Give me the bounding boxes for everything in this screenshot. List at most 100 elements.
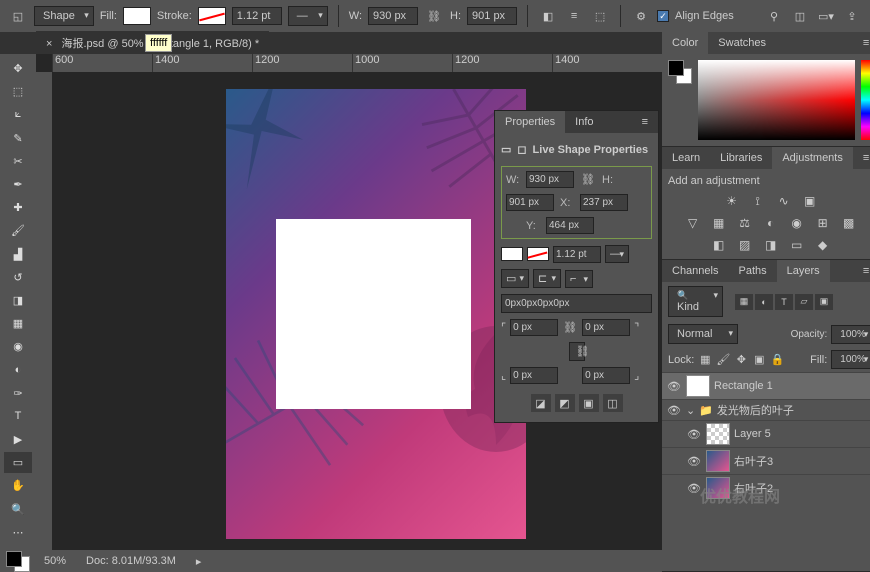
rectangle-tool-icon[interactable]: ▭ [4, 452, 32, 473]
layer-row[interactable]: 👁 ⌄ 📁 发光物后的叶子 [662, 399, 870, 420]
filter-adjustment-icon[interactable]: ◐ [755, 294, 773, 310]
adj-curves-icon[interactable]: ∿ [775, 193, 793, 209]
layer-row[interactable]: 👁 Rectangle 1 [662, 372, 870, 399]
adj-hue-icon[interactable]: ▦ [710, 215, 728, 231]
tab-adjustments[interactable]: Adjustments [772, 147, 853, 169]
path-arrangement-icon[interactable]: ⬚ [590, 6, 610, 26]
corner-br-input[interactable] [582, 367, 630, 384]
tab-libraries[interactable]: Libraries [710, 147, 772, 169]
layer-name[interactable]: 发光物后的叶子 [717, 402, 870, 418]
layer-row[interactable]: 👁 Layer 5 [662, 420, 870, 447]
tool-mode-dropdown[interactable]: Shape [34, 6, 94, 26]
adj-brightness-icon[interactable]: ☀ [723, 193, 741, 209]
doc-info[interactable]: Doc: 8.01M/93.3M [86, 555, 176, 567]
align-edges-checkbox[interactable]: ✓ [657, 10, 669, 22]
marquee-tool-icon[interactable]: ⬚ [4, 81, 32, 102]
fill-swatch[interactable] [123, 7, 151, 25]
pathop-intersect-icon[interactable]: ▣ [579, 394, 599, 412]
filter-smart-icon[interactable]: ▣ [815, 294, 833, 310]
adj-bw-icon[interactable]: ◐ [762, 215, 780, 231]
lock-artboard-icon[interactable]: ▣ [752, 353, 766, 367]
width-input[interactable] [368, 7, 418, 25]
filter-shape-icon[interactable]: ▱ [795, 294, 813, 310]
tab-learn[interactable]: Learn [662, 147, 710, 169]
adj-levels-icon[interactable]: ⟟ [749, 193, 767, 209]
shape-fill-swatch[interactable] [501, 247, 523, 261]
adj-color-lookup-icon[interactable]: ▩ [840, 215, 858, 231]
document-canvas[interactable] [226, 89, 526, 539]
corner-tr-input[interactable] [582, 319, 630, 336]
adj-vibrance-icon[interactable]: ▽ [684, 215, 702, 231]
shape-x-input[interactable] [580, 194, 628, 211]
adj-channel-mixer-icon[interactable]: ⊞ [814, 215, 832, 231]
corners-summary-input[interactable] [501, 294, 652, 313]
crop-tool-icon[interactable]: ✂ [4, 151, 32, 172]
lock-transparency-icon[interactable]: ▦ [698, 353, 712, 367]
adj-posterize-icon[interactable]: ▨ [736, 237, 754, 253]
layer-name[interactable]: Rectangle 1 [714, 380, 870, 392]
layer-name[interactable]: 右叶子3 [734, 453, 870, 469]
adj-selective-color-icon[interactable]: ◆ [814, 237, 832, 253]
tab-paths[interactable]: Paths [728, 260, 776, 282]
layer-thumbnail[interactable] [686, 375, 710, 397]
stroke-width-input[interactable] [232, 7, 282, 25]
stroke-corners-dropdown[interactable]: ⌐ [565, 270, 593, 288]
tab-properties[interactable]: Properties [495, 111, 565, 133]
stroke-type-dropdown[interactable]: — [605, 245, 629, 263]
search-icon[interactable]: ⚲ [764, 6, 784, 26]
foreground-background-swatch[interactable] [6, 551, 30, 572]
panel-menu-icon[interactable]: ≡ [853, 147, 870, 169]
tab-layers[interactable]: Layers [777, 260, 830, 282]
stamp-tool-icon[interactable]: ▟ [4, 244, 32, 265]
adj-threshold-icon[interactable]: ◨ [762, 237, 780, 253]
visibility-icon[interactable]: 👁 [686, 455, 702, 468]
blur-tool-icon[interactable]: ◉ [4, 336, 32, 357]
path-select-tool-icon[interactable]: ▶ [4, 429, 32, 450]
doc-info-chevron-icon[interactable]: ▸ [196, 555, 202, 568]
pathop-combine-icon[interactable]: ◪ [531, 394, 551, 412]
tab-info[interactable]: Info [565, 111, 603, 133]
history-brush-tool-icon[interactable]: ↺ [4, 267, 32, 288]
corner-tl-input[interactable] [510, 319, 558, 336]
workspace-icon[interactable]: ▭▾ [816, 6, 836, 26]
tab-channels[interactable]: Channels [662, 260, 728, 282]
path-alignment-icon[interactable]: ≡ [564, 6, 584, 26]
tab-color[interactable]: Color [662, 32, 708, 54]
lock-all-icon[interactable]: 🔒 [770, 353, 784, 367]
link-wh-icon[interactable]: ⛓ [424, 6, 444, 26]
layer-filter-kind-dropdown[interactable]: 🔍Kind [668, 286, 723, 317]
link-dimensions-icon[interactable]: ⛓ [580, 173, 596, 186]
zoom-tool-icon[interactable]: 🔍 [4, 499, 32, 520]
layer-thumbnail[interactable] [706, 450, 730, 472]
healing-tool-icon[interactable]: ✚ [4, 197, 32, 218]
share-icon[interactable]: ⇪ [842, 6, 862, 26]
close-tab-icon[interactable]: × [46, 38, 52, 50]
adj-gradient-map-icon[interactable]: ▭ [788, 237, 806, 253]
stroke-style-dropdown[interactable]: — [288, 6, 328, 26]
filter-type-icon[interactable]: T [775, 294, 793, 310]
panel-menu-icon[interactable]: ≡ [632, 111, 658, 133]
stroke-align-dropdown[interactable]: ▭ [501, 269, 529, 288]
link-corners-icon[interactable]: ⛓ [562, 321, 578, 334]
panel-menu-icon[interactable]: ≡ [853, 32, 870, 54]
lock-position-icon[interactable]: ✥ [734, 353, 748, 367]
visibility-icon[interactable]: 👁 [686, 428, 702, 441]
zoom-level[interactable]: 50% [44, 555, 66, 567]
foreground-color[interactable] [6, 551, 22, 567]
stroke-swatch[interactable] [198, 7, 226, 25]
type-tool-icon[interactable]: T [4, 406, 32, 427]
fg-swatch[interactable] [668, 60, 684, 76]
opacity-dropdown[interactable]: 100% [831, 325, 870, 344]
group-toggle-icon[interactable]: ⌄ [686, 404, 695, 417]
shape-stroke-width-input[interactable] [553, 246, 601, 263]
height-input[interactable] [467, 7, 517, 25]
hue-slider[interactable] [861, 60, 870, 140]
tab-swatches[interactable]: Swatches [708, 32, 776, 54]
quick-select-tool-icon[interactable]: ✎ [4, 128, 32, 149]
filter-pixel-icon[interactable]: ▦ [735, 294, 753, 310]
move-tool-icon[interactable]: ✥ [4, 58, 32, 79]
eraser-tool-icon[interactable]: ◨ [4, 290, 32, 311]
layer-name[interactable]: Layer 5 [734, 428, 870, 440]
stroke-caps-dropdown[interactable]: ⊏ [533, 269, 561, 288]
lock-pixels-icon[interactable]: 🖌 [716, 353, 730, 367]
